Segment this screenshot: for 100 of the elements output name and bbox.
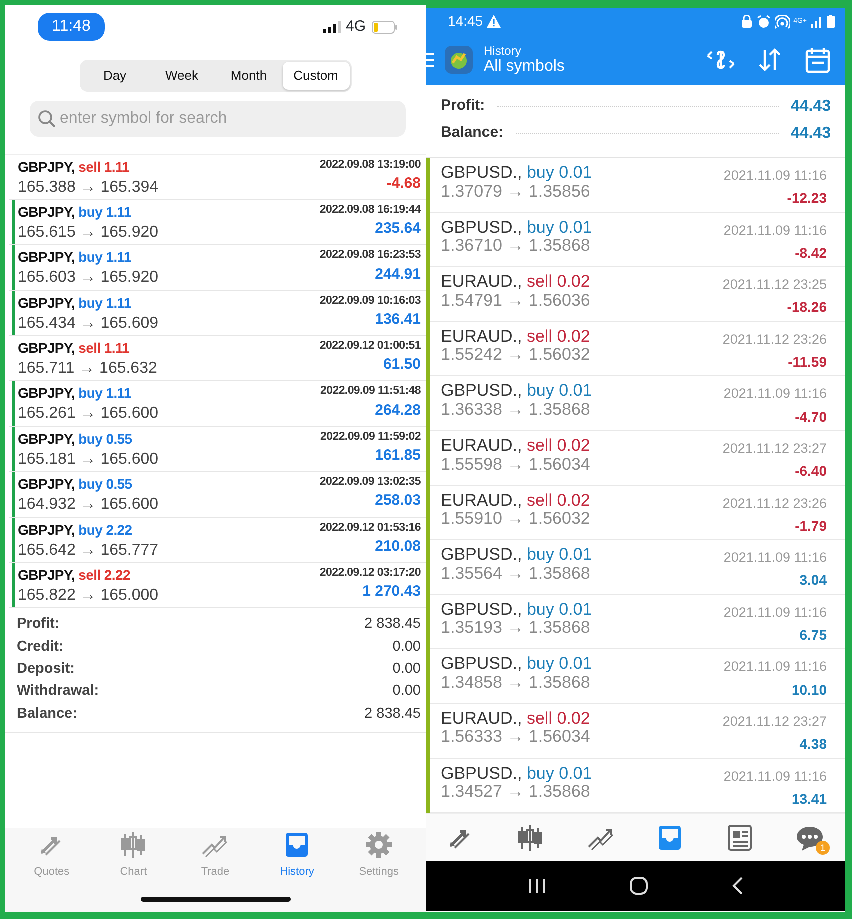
menu-icon[interactable]	[426, 53, 434, 67]
deal-prices: 165.603 → 165.920	[18, 268, 159, 288]
period-tab[interactable]: Day	[82, 62, 148, 90]
deal-profit: -4.70	[795, 408, 827, 427]
deal-time: 2021.11.09 11:16	[724, 768, 827, 786]
alarm-icon	[756, 14, 771, 28]
period-tab[interactable]: Month	[216, 62, 282, 90]
app-logo-icon	[444, 45, 474, 75]
deal-profit: 6.75	[800, 626, 827, 645]
deal-prices: 165.181 → 165.600	[18, 450, 159, 470]
deal-profit: 3.04	[800, 571, 827, 590]
tab-bar-item[interactable]: Quotes	[16, 830, 87, 880]
deal-time: 2021.11.12 23:25	[722, 276, 827, 294]
deal-title: GBPUSD., buy 0.01	[441, 381, 592, 401]
home-icon[interactable]	[628, 876, 648, 896]
deal-profit: 4.38	[800, 735, 827, 754]
deal-title: GBPJPY, buy 1.11	[18, 202, 132, 222]
deal-profit: 244.91	[375, 264, 421, 284]
summary-value: 0.00	[392, 660, 421, 679]
summary-value: 2 838.45	[364, 615, 421, 634]
toolbar-subtitle[interactable]: All symbols	[484, 58, 565, 76]
deal-prices: 165.711 → 165.632	[18, 359, 158, 378]
deal-title: GBPUSD., buy 0.01	[441, 163, 592, 183]
deal-time: 2021.11.09 11:16	[724, 222, 827, 240]
deal-time: 2022.09.12 01:53:16	[320, 520, 421, 536]
deal-title: EURAUD., sell 0.02	[441, 490, 590, 510]
deal-profit: -6.40	[795, 462, 827, 482]
deal-prices: 165.642 → 165.777	[18, 540, 159, 560]
lock-icon	[740, 15, 753, 28]
deal-profit: 1 270.43	[362, 582, 421, 602]
deal-time: 2022.09.09 11:51:48	[320, 384, 421, 400]
deal-prices: 1.55910 → 1.56032	[441, 510, 590, 529]
deal-profit: 161.85	[375, 446, 421, 466]
deal-prices: 1.37079 → 1.35856	[441, 182, 590, 202]
period-tab[interactable]: Custom	[282, 62, 350, 90]
tab-bar-item[interactable]: Trade	[180, 830, 250, 880]
deal-time: 2022.09.12 03:17:20	[320, 566, 421, 582]
deal-time: 2021.11.09 11:16	[724, 658, 827, 676]
period-tab[interactable]: Week	[148, 62, 216, 90]
deal-profit: 10.10	[792, 680, 827, 700]
deal-title: GBPJPY, buy 1.11	[18, 248, 132, 268]
search-field[interactable]: enter symbol for search	[30, 100, 406, 136]
signal-icon	[322, 21, 341, 33]
deal-profit: 258.03	[375, 491, 421, 511]
notification-badge: 1	[816, 840, 830, 855]
deal-title: GBPUSD., buy 0.01	[441, 545, 592, 565]
deal-title: EURAUD., sell 0.02	[441, 326, 590, 346]
deal-title: EURAUD., sell 0.02	[441, 436, 590, 456]
deal-prices: 1.36710 → 1.35868	[441, 237, 590, 256]
deal-time: 2022.09.09 10:16:03	[320, 294, 421, 309]
recent-apps-icon[interactable]	[528, 878, 546, 894]
toolbar-title: History	[484, 44, 522, 58]
deal-time: 2022.09.09 11:59:02	[320, 430, 421, 445]
deal-time: 2022.09.08 16:23:53	[320, 248, 421, 264]
deal-prices: 1.35564 → 1.35868	[441, 564, 590, 584]
deal-profit: 13.41	[792, 790, 827, 809]
deal-title: GBPJPY, buy 1.11	[18, 384, 132, 404]
deal-profit: -8.42	[795, 244, 827, 263]
deal-profit: -4.68	[386, 174, 421, 194]
sort-icon[interactable]	[757, 47, 783, 73]
tab-bar-item[interactable]: Chart	[98, 830, 169, 880]
deal-title: GBPUSD., buy 0.01	[441, 654, 592, 674]
deal-time: 2021.11.09 11:16	[724, 604, 827, 622]
deal-profit: -1.79	[795, 516, 827, 536]
deal-prices: 1.36338 → 1.35868	[441, 400, 590, 420]
battery-icon	[372, 20, 398, 34]
deal-title: EURAUD., sell 0.02	[441, 708, 590, 728]
deal-time: 2022.09.08 13:19:00	[320, 158, 421, 172]
status-time: 14:45	[448, 12, 484, 31]
deal-time: 2022.09.08 16:19:44	[320, 202, 421, 218]
deal-prices: 1.55242 → 1.56032	[441, 346, 590, 366]
warning-icon	[487, 15, 502, 28]
deal-title: GBPUSD., buy 0.01	[441, 218, 592, 238]
summary-value: 2 838.45	[364, 704, 421, 724]
deal-profit: -12.23	[787, 189, 827, 208]
deal-profit: 264.28	[375, 400, 421, 420]
signal-icon	[811, 16, 823, 28]
summary-value: 0.00	[392, 682, 421, 702]
deal-prices: 165.434 → 165.609	[18, 314, 159, 333]
deal-prices: 1.34527 → 1.35868	[441, 783, 590, 802]
deal-prices: 165.261 → 165.600	[18, 404, 159, 424]
deal-title: GBPJPY, buy 2.22	[18, 520, 132, 540]
deal-title: GBPJPY, sell 1.11	[18, 158, 130, 176]
tab-bar-item[interactable]: History	[262, 830, 332, 880]
deal-prices: 1.56333 → 1.56034	[441, 728, 590, 748]
deal-title: GBPJPY, buy 0.55	[18, 475, 132, 494]
deal-profit: 61.50	[383, 355, 421, 375]
back-icon[interactable]	[732, 877, 744, 896]
search-icon	[38, 110, 56, 128]
summary-value: 44.43	[790, 96, 831, 116]
calendar-icon[interactable]	[805, 46, 831, 74]
deal-prices: 1.34858 → 1.35868	[441, 674, 590, 693]
summary-label: Credit:	[17, 638, 64, 657]
summary-label: Balance:	[17, 704, 78, 724]
deal-time: 2021.11.12 23:26	[722, 494, 827, 513]
deal-title: GBPJPY, buy 0.55	[18, 430, 132, 449]
deal-profit: 235.64	[375, 219, 421, 239]
deal-profit: 210.08	[375, 536, 421, 556]
tab-bar-item[interactable]: Settings	[344, 830, 414, 880]
deal-profit: -18.26	[787, 298, 827, 318]
